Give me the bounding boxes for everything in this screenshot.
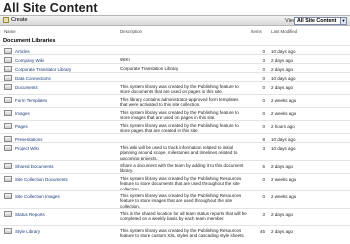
- library-item-count: 0: [262, 66, 265, 72]
- library-last-modified: 2 weeks ago: [271, 110, 297, 116]
- library-link[interactable]: Form Templates: [15, 98, 115, 103]
- library-link[interactable]: Articles: [15, 49, 115, 54]
- library-link[interactable]: Images: [15, 111, 115, 116]
- library-description: This system library was created by the P…: [120, 110, 239, 121]
- library-icon: [4, 211, 12, 217]
- library-last-modified: 2 weeks ago: [271, 176, 297, 182]
- library-item-count: 3: [262, 145, 265, 151]
- table-row: Pages This system library was created by…: [0, 120, 350, 133]
- library-link[interactable]: Corporate Translator Library: [15, 67, 115, 72]
- view-select-value: All Site Content: [297, 17, 337, 24]
- library-last-modified: 2 weeks ago: [271, 97, 297, 103]
- library-last-modified: 2 weeks ago: [271, 193, 297, 199]
- view-select[interactable]: All Site Content ▼: [294, 16, 347, 25]
- table-row: Status Reports This is the shared locati…: [0, 208, 350, 225]
- chevron-down-icon[interactable]: ▼: [340, 17, 346, 24]
- column-header-last-modified[interactable]: Last Modified: [271, 29, 297, 34]
- library-icon: [4, 123, 12, 129]
- library-item-count: 45: [259, 228, 265, 234]
- library-last-modified: 2 days ago: [271, 57, 294, 63]
- library-link[interactable]: Site Collection Documents: [15, 177, 115, 182]
- library-item-count: 0: [262, 97, 265, 103]
- column-header-name[interactable]: Name: [4, 29, 16, 34]
- library-link[interactable]: Project Wiki: [15, 146, 115, 151]
- table-row: Project Wiki This wiki will be used to t…: [0, 142, 350, 161]
- library-item-count: 0: [262, 110, 265, 116]
- library-last-modified: 2 days ago: [271, 84, 294, 90]
- library-link[interactable]: Company Wiki: [15, 58, 115, 63]
- library-item-count: 6: [262, 163, 265, 169]
- library-link[interactable]: Shared Documents: [15, 164, 115, 169]
- library-icon: [4, 176, 12, 182]
- library-description: This system library was created by the P…: [120, 123, 239, 134]
- library-last-modified: 2 days ago: [271, 163, 294, 169]
- library-icon: [4, 228, 12, 234]
- column-header-items[interactable]: Items: [251, 29, 262, 34]
- library-link[interactable]: Presentations: [15, 137, 115, 142]
- create-button[interactable]: Create: [3, 17, 28, 23]
- table-row: Style Library This system library was cr…: [0, 225, 350, 243]
- page-title: All Site Content: [3, 1, 98, 15]
- library-last-modified: 10 days ago: [271, 75, 296, 81]
- table-row: Presentations 8 10 days ago: [0, 133, 350, 142]
- library-item-count: 0: [262, 123, 265, 129]
- library-icon: [4, 110, 12, 116]
- library-icon: [4, 163, 12, 169]
- library-link[interactable]: Data Connections: [15, 76, 115, 81]
- library-link[interactable]: Documents: [15, 85, 115, 90]
- table-row: Data Connections 0 10 days ago: [0, 72, 350, 81]
- table-row: Site Collection Images This system libra…: [0, 190, 350, 209]
- library-last-modified: 2 hours ago: [271, 123, 295, 129]
- library-item-count: 0: [262, 193, 265, 199]
- table-row: Form Templates This library contains adm…: [0, 94, 350, 107]
- section-title-document-libraries: Document Libraries: [3, 38, 56, 44]
- library-item-count: 0: [262, 176, 265, 182]
- library-link[interactable]: Pages: [15, 124, 115, 129]
- table-row: Images This system library was created b…: [0, 107, 350, 120]
- library-link[interactable]: Style Library: [15, 229, 115, 234]
- library-description: This is the shared location for all team…: [120, 211, 247, 222]
- library-icon: [4, 84, 12, 90]
- library-last-modified: 10 days ago: [271, 136, 296, 142]
- library-last-modified: 10 days ago: [271, 48, 296, 54]
- library-last-modified: 10 days ago: [271, 145, 296, 151]
- library-description: This library contains administrator-appr…: [120, 97, 239, 108]
- library-icon: [4, 97, 12, 103]
- create-icon: [3, 17, 9, 23]
- library-item-count: 8: [262, 136, 265, 142]
- library-description: Share a document with the team by adding…: [120, 163, 244, 174]
- library-item-count: 0: [262, 75, 265, 81]
- library-last-modified: 2 days ago: [271, 66, 294, 72]
- table-row: Corporate Translator Library Corporate T…: [0, 63, 350, 72]
- toolbar: Create View: All Site Content ▼: [0, 15, 350, 26]
- table-row: Shared Documents Share a document with t…: [0, 160, 350, 173]
- library-item-count: 0: [262, 48, 265, 54]
- table-row: Company Wiki WIKI 3 2 days ago: [0, 54, 350, 63]
- library-link[interactable]: Status Reports: [15, 212, 115, 217]
- library-icon: [4, 145, 12, 151]
- table-row: Site Collection Documents This system li…: [0, 173, 350, 192]
- library-item-count: 0: [262, 84, 265, 90]
- library-icon: [4, 193, 12, 199]
- table-row: Articles 0 10 days ago: [0, 45, 350, 54]
- library-description: This system library was created by the P…: [120, 228, 245, 239]
- library-last-modified: 2 days ago: [271, 228, 294, 234]
- column-header-row: Name Description Items Last Modified: [0, 27, 350, 36]
- library-item-count: 3: [262, 211, 265, 217]
- create-label: Create: [11, 17, 28, 23]
- library-description: WIKI: [120, 57, 130, 62]
- library-link[interactable]: Site Collection Images: [15, 194, 115, 199]
- library-description: This system library was created by the P…: [120, 193, 242, 209]
- library-description: This wiki will be used to track informat…: [120, 145, 238, 161]
- library-item-count: 3: [262, 57, 265, 63]
- column-header-description: Description: [120, 29, 142, 34]
- library-description: This system library was created by the P…: [120, 84, 239, 95]
- table-row: Documents This system library was create…: [0, 81, 350, 94]
- library-last-modified: 2 days ago: [271, 211, 294, 217]
- library-description: Corporate Translation Library: [120, 66, 179, 71]
